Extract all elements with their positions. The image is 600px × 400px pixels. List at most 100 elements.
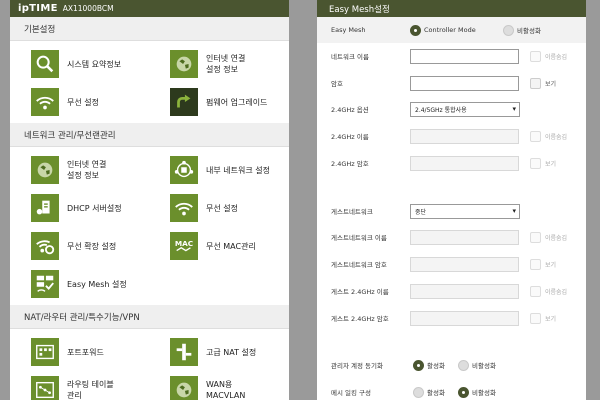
model-name: AX11000BCM xyxy=(62,4,114,13)
checkbox-box xyxy=(530,157,541,169)
menu-routing-table[interactable]: 라우팅 테이블 관리 xyxy=(10,371,149,400)
hide-guest-name-checkbox[interactable]: 이름숨김 xyxy=(530,231,568,243)
menu-internet-connection[interactable]: 인터넷 연결 설정 정보 xyxy=(149,45,288,83)
menu-dhcp-server[interactable]: DHCP 서버설정 xyxy=(10,189,149,227)
menu-wireless-settings-2[interactable]: 무선 설정 xyxy=(149,189,288,227)
brand-logo: ipTIME xyxy=(18,3,58,14)
mesh-disable-radio[interactable]: 비활성화 xyxy=(503,24,541,36)
checkbox-label: 이름숨김 xyxy=(545,288,568,296)
dhcp-server-icon xyxy=(31,194,59,222)
checkbox-box xyxy=(530,258,541,270)
password-input[interactable] xyxy=(410,75,519,91)
show-password-checkbox[interactable]: 보기 xyxy=(530,77,557,89)
checkbox-label: 이름숨김 xyxy=(545,234,568,242)
menu-label: Easy Mesh 설정 xyxy=(67,279,127,289)
field-label: 게스트 2.4GHz 암호 xyxy=(331,315,389,323)
radio-dot xyxy=(503,24,514,36)
menu-advanced-nat[interactable]: 고급 NAT 설정 xyxy=(149,333,288,371)
checkbox-box xyxy=(530,231,541,243)
checkbox-label: 이름숨김 xyxy=(545,53,568,61)
menu-port-forward[interactable]: 포트포워드 xyxy=(10,333,149,371)
port-forward-icon xyxy=(31,338,59,366)
show-pass-24-checkbox[interactable]: 보기 xyxy=(530,157,557,169)
menu-wireless-settings[interactable]: 무선 설정 xyxy=(10,83,149,121)
menu-label: 무선 MAC관리 xyxy=(206,241,256,251)
menu-label: 인터넷 연결 설정 정보 xyxy=(67,160,107,180)
admin-sync-enable-radio[interactable]: 활성화 xyxy=(413,359,445,371)
checkbox-label: 보기 xyxy=(545,261,557,269)
menu-internal-network[interactable]: 내부 네트워크 설정 xyxy=(149,151,288,189)
menu-system-summary[interactable]: 시스템 요약정보 xyxy=(10,45,149,83)
wifi-icon xyxy=(170,194,198,222)
guest-pass-24-input[interactable] xyxy=(410,310,519,326)
band-option-select[interactable]: 2.4/5GHz 통합사용 ▾ xyxy=(410,101,520,117)
radio-label: 활성화 xyxy=(427,389,445,397)
admin-sync-row: 관리자 계정 동기화 활성화 비활성화 xyxy=(317,357,586,373)
menu-label: DHCP 서버설정 xyxy=(67,203,122,213)
field-label: Easy Mesh xyxy=(331,26,366,34)
field-label: 게스트네트워크 암호 xyxy=(331,261,387,269)
show-guest-pass-24-checkbox[interactable]: 보기 xyxy=(530,312,556,324)
name-24-row: 2.4GHz 이름 이름숨김 xyxy=(317,128,586,144)
chevron-down-icon: ▾ xyxy=(512,104,516,113)
field-label: 게스트 2.4GHz 이름 xyxy=(331,288,389,296)
guest-network-select[interactable]: 중단 ▾ xyxy=(410,203,520,219)
hide-name-24-checkbox[interactable]: 이름숨김 xyxy=(530,130,568,142)
section-nat-router-vpn: NAT/라우터 관리/특수기능/VPN xyxy=(10,305,289,329)
band-option-row: 2.4GHz 옵션 2.4/5GHz 통합사용 ▾ xyxy=(317,101,586,117)
checkbox-box xyxy=(530,77,541,89)
header-bar: ipTIME AX11000BCM xyxy=(10,0,289,17)
menu-firmware-upgrade[interactable]: 펌웨어 업그레이드 xyxy=(149,83,288,121)
menu-label: 인터넷 연결 설정 정보 xyxy=(206,54,246,74)
easy-mesh-row: Easy Mesh Controller Mode 비활성화 xyxy=(317,22,586,38)
field-label: 게스트네트워크 xyxy=(331,208,373,216)
easy-mesh-panel: Easy Mesh설정 Easy Mesh Controller Mode 비활… xyxy=(317,0,586,400)
checkbox-label: 보기 xyxy=(545,80,557,88)
magnifier-icon xyxy=(31,50,59,78)
checkbox-box xyxy=(530,50,541,62)
network-name-input[interactable] xyxy=(410,48,519,64)
checkbox-label: 이름숨김 xyxy=(545,133,568,141)
advanced-nat-icon xyxy=(170,338,198,366)
routing-table-icon xyxy=(31,376,59,400)
upgrade-icon xyxy=(170,88,198,116)
menu-label: 고급 NAT 설정 xyxy=(206,347,257,357)
menu-internet-connection-2[interactable]: 인터넷 연결 설정 정보 xyxy=(10,151,149,189)
menu-wan-macvlan[interactable]: WAN용 MACVLAN xyxy=(149,371,288,400)
hide-guest-name-24-checkbox[interactable]: 이름숨김 xyxy=(530,285,568,297)
hide-name-checkbox[interactable]: 이름숨김 xyxy=(530,50,568,62)
mesh-build-enable-radio[interactable]: 활성화 xyxy=(413,386,445,398)
radio-dot xyxy=(413,359,424,371)
header-bar: Easy Mesh설정 xyxy=(317,0,586,17)
name-24-input[interactable] xyxy=(410,128,519,144)
checkbox-box xyxy=(530,285,541,297)
guest-name-input[interactable] xyxy=(410,229,519,245)
radio-dot xyxy=(458,359,469,371)
radio-label: Controller Mode xyxy=(424,26,476,34)
field-label: 2.4GHz 이름 xyxy=(331,133,369,141)
admin-sync-disable-radio[interactable]: 비활성화 xyxy=(458,359,496,371)
checkbox-box xyxy=(530,130,541,142)
menu-wireless-mac[interactable]: MAC 무선 MAC관리 xyxy=(149,227,288,265)
menu-wireless-extension[interactable]: 무선 확장 설정 xyxy=(10,227,149,265)
guest-name-row: 게스트네트워크 이름 이름숨김 xyxy=(317,229,586,245)
guest-pass-input[interactable] xyxy=(410,256,519,272)
radio-label: 비활성화 xyxy=(517,27,541,35)
guest-name-24-input[interactable] xyxy=(410,283,519,299)
radio-dot xyxy=(410,24,421,36)
wifi-extend-icon xyxy=(31,232,59,260)
password-row: 암호 보기 xyxy=(317,75,586,91)
menu-label: 내부 네트워크 설정 xyxy=(206,165,270,175)
menu-label: 무선 설정 xyxy=(67,97,99,107)
show-guest-pass-checkbox[interactable]: 보기 xyxy=(530,258,557,270)
field-label: 관리자 계정 동기화 xyxy=(331,362,383,370)
checkbox-label: 보기 xyxy=(545,160,557,168)
pass-24-input[interactable] xyxy=(410,155,519,171)
field-label: 2.4GHz 옵션 xyxy=(331,106,369,114)
guest-name-24-row: 게스트 2.4GHz 이름 이름숨김 xyxy=(317,283,586,299)
menu-easy-mesh[interactable]: Easy Mesh 설정 xyxy=(10,265,149,303)
mesh-build-disable-radio[interactable]: 비활성화 xyxy=(458,386,496,398)
controller-mode-radio[interactable]: Controller Mode xyxy=(410,24,476,36)
guest-pass-row: 게스트네트워크 암호 보기 xyxy=(317,256,586,272)
menu-label: 시스템 요약정보 xyxy=(67,59,122,69)
